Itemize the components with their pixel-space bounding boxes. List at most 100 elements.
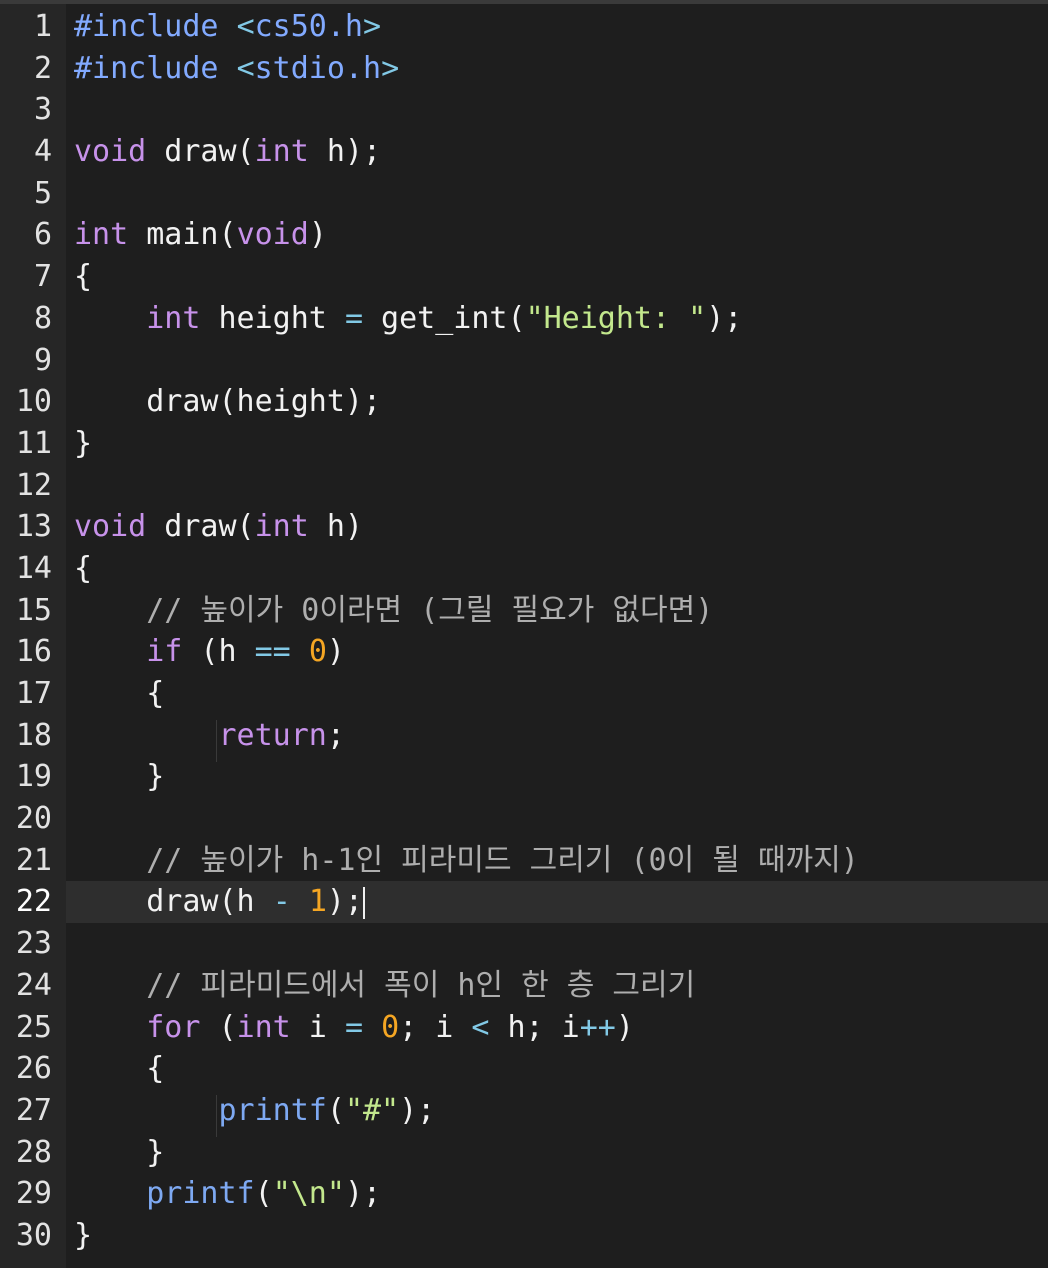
line-number: 12 (15, 467, 52, 503)
code-token: } (74, 1134, 165, 1170)
code-token: == (254, 634, 291, 670)
line-number: 27 (15, 1092, 52, 1128)
code-token: return (218, 717, 327, 753)
code-line[interactable] (66, 340, 1048, 382)
line-number: 25 (15, 1009, 52, 1045)
code-token: // 피라미드에서 폭이 h인 한 층 그리기 (146, 967, 696, 1003)
code-token: draw( (146, 509, 255, 545)
code-line[interactable]: { (66, 1048, 1048, 1090)
code-token: > (363, 9, 382, 44)
code-line[interactable]: { (66, 256, 1048, 298)
code-line[interactable]: draw(h - 1); (66, 881, 1048, 924)
line-number: 30 (15, 1217, 52, 1253)
code-line[interactable] (66, 923, 1048, 965)
code-token: = (344, 300, 363, 336)
code-line[interactable]: #include <stdio.h> (66, 48, 1048, 90)
code-line[interactable]: printf("#"); (66, 1090, 1048, 1132)
code-token: "Height: " (525, 300, 707, 336)
code-line[interactable] (66, 173, 1048, 215)
code-token: // 높이가 0이라면 (그릴 필요가 없다면) (146, 592, 714, 628)
code-token: int (146, 300, 201, 336)
code-area[interactable]: #include <cs50.h> #include <stdio.h> void … (66, 0, 1048, 1268)
line-number: 10 (15, 384, 52, 420)
code-token: { (74, 259, 93, 295)
code-line[interactable]: } (66, 1215, 1048, 1257)
code-line[interactable]: if (h == 0) (66, 631, 1048, 673)
code-line[interactable]: #include <cs50.h> (66, 6, 1048, 48)
code-token: get_int( (363, 300, 526, 336)
line-number: 20 (15, 801, 52, 837)
code-line[interactable] (66, 465, 1048, 507)
code-token: { (74, 1051, 165, 1087)
line-number: 22 (15, 884, 52, 920)
code-token: draw(h (74, 884, 273, 920)
code-line[interactable]: for (int i = 0; i < h; i++) (66, 1007, 1048, 1049)
code-token: printf (146, 1176, 255, 1212)
code-token: ( (254, 1176, 273, 1212)
code-line[interactable]: int main(void) (66, 214, 1048, 256)
code-line[interactable]: draw(height); (66, 381, 1048, 423)
code-line[interactable]: { (66, 673, 1048, 715)
code-token: ( (326, 1092, 345, 1128)
line-number: 11 (15, 425, 52, 461)
code-token: i (290, 1009, 345, 1045)
code-line[interactable]: } (66, 756, 1048, 798)
code-token: draw(height); (74, 384, 382, 420)
code-token: - (272, 884, 291, 920)
code-line[interactable]: void draw(int h); (66, 131, 1048, 173)
line-number-gutter: 1 2 3 4 5 6 7 8 9 10 11 12 13 14 15 16 17 18 19 20 21 22 23 24 2… (0, 0, 66, 1268)
code-line[interactable]: // 높이가 0이라면 (그릴 필요가 없다면) (66, 590, 1048, 632)
code-token: 1 (308, 884, 327, 920)
code-token: < (236, 9, 255, 44)
code-token: > (381, 50, 400, 86)
line-number: 7 (33, 259, 52, 295)
code-line[interactable]: } (66, 423, 1048, 465)
code-token: if (146, 634, 183, 670)
code-token: cs50.h (254, 9, 363, 44)
line-number: 16 (15, 634, 52, 670)
code-token: { (74, 550, 93, 586)
code-token: } (74, 425, 93, 461)
code-token: main( (128, 217, 237, 253)
code-line[interactable]: int height = get_int("Height: "); (66, 298, 1048, 340)
code-token: 0 (381, 1009, 400, 1045)
code-token: < (471, 1009, 490, 1045)
code-line[interactable]: return; (66, 715, 1048, 757)
code-line[interactable]: void draw(int h) (66, 506, 1048, 548)
code-token: ); (326, 884, 363, 920)
code-token: ); (706, 300, 743, 336)
code-token: } (74, 1217, 93, 1253)
code-editor[interactable]: 1 2 3 4 5 6 7 8 9 10 11 12 13 14 15 16 17 18 19 20 21 22 23 24 2… (0, 0, 1048, 1268)
line-number: 5 (33, 175, 52, 211)
code-token: void (74, 134, 147, 170)
line-number: 1 (33, 9, 52, 44)
line-number: 13 (15, 509, 52, 545)
line-number: 19 (15, 759, 52, 795)
code-line[interactable]: { (66, 548, 1048, 590)
code-token: 0 (308, 634, 327, 670)
code-line[interactable] (66, 89, 1048, 131)
line-number: 3 (33, 92, 52, 128)
code-token: for (146, 1009, 201, 1045)
code-token: ); (399, 1092, 436, 1128)
code-line[interactable]: // 피라미드에서 폭이 h인 한 층 그리기 (66, 965, 1048, 1007)
code-token: ++ (579, 1009, 616, 1045)
code-token: ( (200, 1009, 237, 1045)
code-token: int (236, 1009, 291, 1045)
line-number: 26 (15, 1051, 52, 1087)
text-cursor (363, 886, 365, 919)
line-number: 4 (33, 134, 52, 170)
code-line[interactable]: } (66, 1132, 1048, 1174)
code-token: ; (326, 717, 345, 753)
code-line[interactable] (66, 798, 1048, 840)
code-token: stdio.h (254, 50, 382, 86)
code-line[interactable]: printf("\n"); (66, 1173, 1048, 1215)
code-token: int (254, 134, 309, 170)
code-line[interactable]: // 높이가 h-1인 피라미드 그리기 (0이 될 때까지) (66, 840, 1048, 882)
